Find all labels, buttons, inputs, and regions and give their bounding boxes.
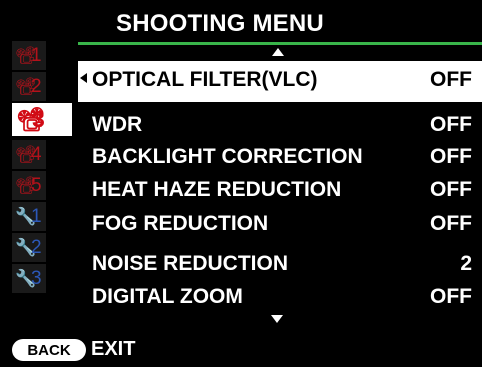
camera-icon: 📽: [15, 46, 37, 65]
tab-number: 4: [31, 143, 42, 165]
menu-item-value: 2: [460, 252, 472, 275]
tab-number: 2: [31, 236, 42, 258]
menu-item-label: FOG REDUCTION: [92, 212, 269, 235]
menu-item-value: OFF: [430, 68, 472, 91]
chevron-left-icon[interactable]: [80, 73, 87, 83]
tab-shooting-4[interactable]: 📽 4: [12, 140, 46, 169]
menu-item-value: OFF: [430, 212, 472, 235]
tab-shooting-2[interactable]: 📽 2: [12, 72, 46, 101]
menu-item-backlight-correction[interactable]: BACKLIGHT CORRECTION OFF: [92, 145, 472, 173]
menu-tabs: 📽 1 📽 2 📽 3 📽 4 📽 5 🔧 1 🔧 2 🔧 3: [12, 41, 72, 295]
exit-label: EXIT: [91, 338, 136, 360]
menu-item-value: OFF: [430, 178, 472, 201]
menu-item-digital-zoom[interactable]: DIGITAL ZOOM OFF: [92, 285, 472, 313]
menu-item-optical-filter[interactable]: OPTICAL FILTER(VLC) OFF: [92, 68, 472, 96]
wrench-icon: 🔧: [15, 207, 37, 226]
menu-item-label: BACKLIGHT CORRECTION: [92, 145, 363, 168]
camera-icon: 📽: [15, 145, 37, 164]
tab-number: 1: [31, 44, 42, 66]
tab-setup-2[interactable]: 🔧 2: [12, 233, 46, 262]
menu-item-heat-haze-reduction[interactable]: HEAT HAZE REDUCTION OFF: [92, 178, 472, 206]
tab-shooting-5[interactable]: 📽 5: [12, 171, 46, 200]
menu-item-label: HEAT HAZE REDUCTION: [92, 178, 342, 201]
menu-item-label: DIGITAL ZOOM: [92, 285, 243, 308]
tab-number: 2: [31, 75, 42, 97]
wrench-icon: 🔧: [15, 238, 37, 257]
title-underline: [78, 42, 482, 45]
scroll-up-arrow-icon[interactable]: [272, 48, 284, 56]
menu-item-value: OFF: [430, 145, 472, 168]
menu-item-value: OFF: [430, 285, 472, 308]
camera-icon: 📽: [15, 77, 37, 96]
menu-item-value: OFF: [430, 113, 472, 136]
menu-item-fog-reduction[interactable]: FOG REDUCTION OFF: [92, 212, 472, 240]
back-button[interactable]: BACK: [12, 339, 86, 361]
menu-item-wdr[interactable]: WDR OFF: [92, 113, 472, 141]
tab-number: 3: [32, 106, 45, 132]
tab-number: 5: [31, 174, 42, 196]
camera-icon: 📽: [16, 106, 46, 132]
tab-shooting-1[interactable]: 📽 1: [12, 41, 46, 70]
tab-setup-3[interactable]: 🔧 3: [12, 264, 46, 293]
scroll-down-arrow-icon[interactable]: [271, 315, 283, 323]
tab-number: 1: [31, 205, 42, 227]
tab-setup-1[interactable]: 🔧 1: [12, 202, 46, 231]
tab-shooting-3[interactable]: 📽 3: [12, 103, 72, 136]
page-title: SHOOTING MENU: [116, 10, 324, 37]
menu-item-label: OPTICAL FILTER(VLC): [92, 68, 318, 91]
menu-item-label: WDR: [92, 113, 143, 136]
camera-icon: 📽: [15, 176, 37, 195]
tab-number: 3: [31, 267, 42, 289]
menu-item-label: NOISE REDUCTION: [92, 252, 289, 275]
menu-item-noise-reduction[interactable]: NOISE REDUCTION 2: [92, 252, 472, 280]
wrench-icon: 🔧: [15, 269, 37, 288]
